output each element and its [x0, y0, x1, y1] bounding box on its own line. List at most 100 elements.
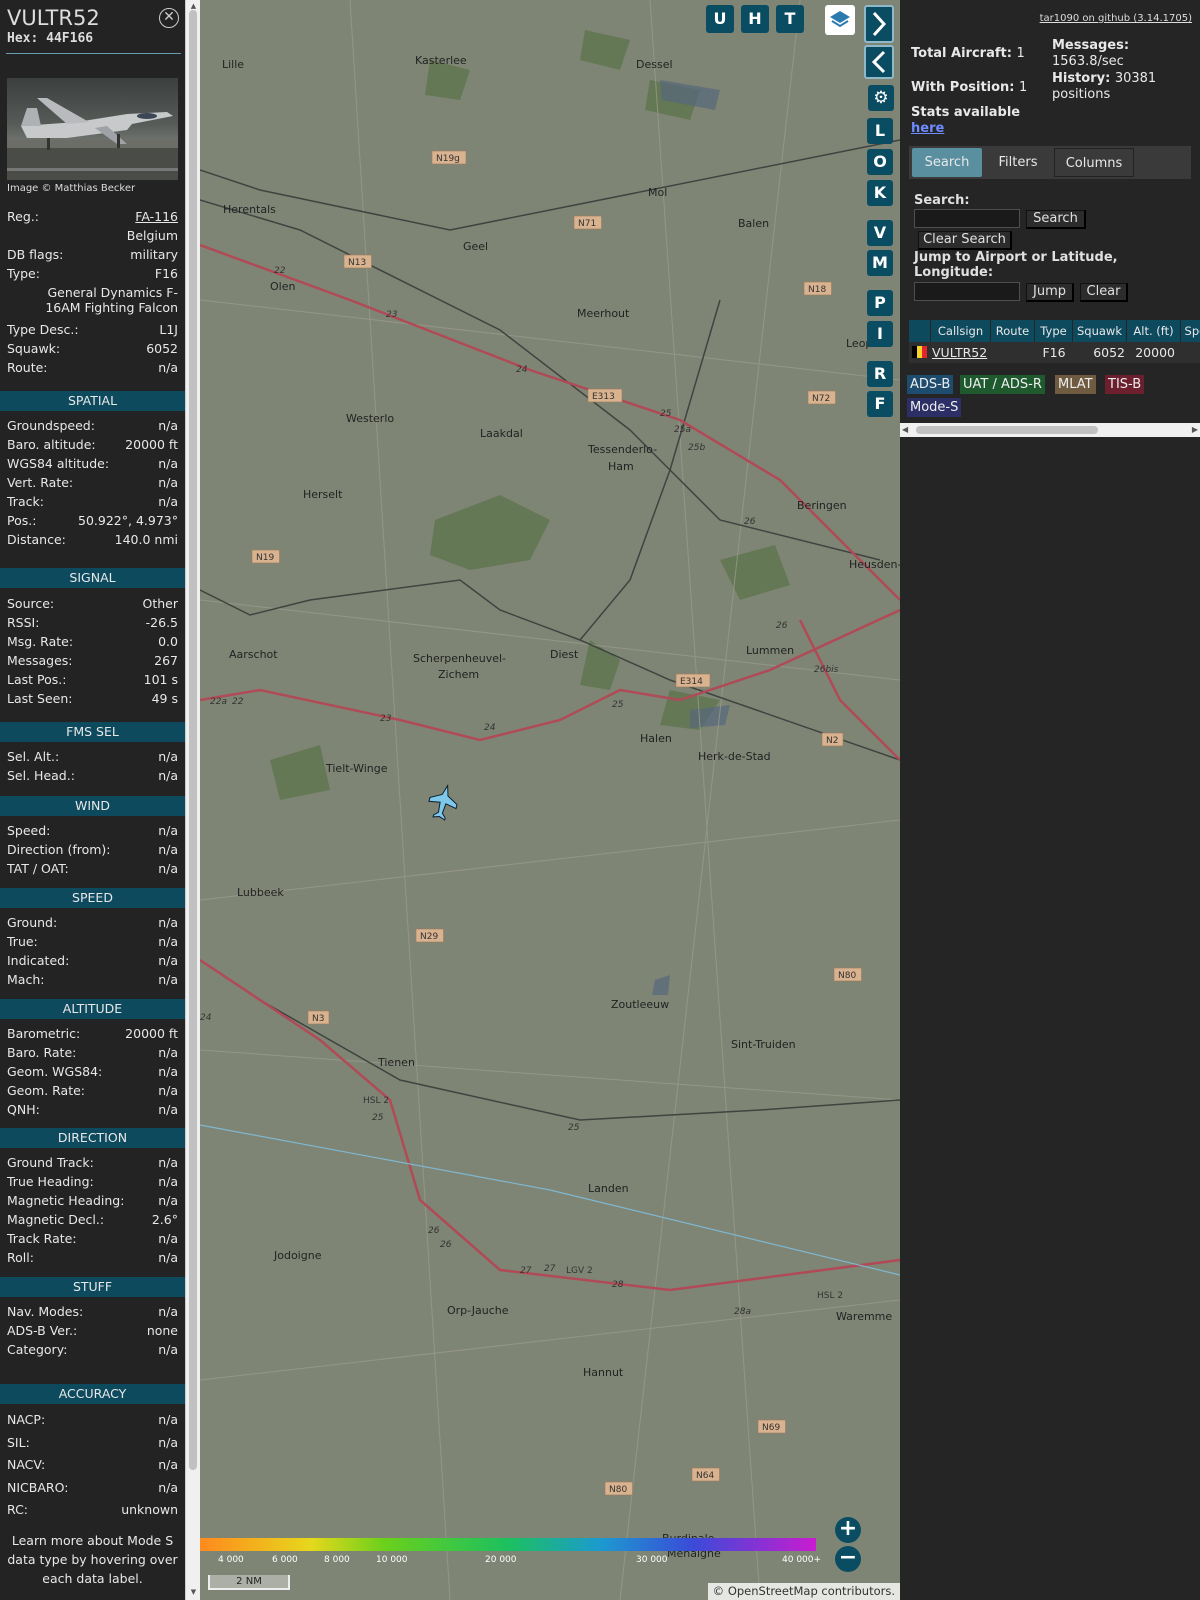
- map-button-p[interactable]: P: [867, 290, 893, 316]
- detail-label[interactable]: Source:: [7, 596, 54, 611]
- map-button-r[interactable]: R: [867, 361, 893, 387]
- scroll-thumb[interactable]: [916, 426, 1098, 434]
- detail-label[interactable]: Speed:: [7, 823, 50, 838]
- airplane-icon[interactable]: [425, 782, 461, 822]
- table-header-speed[interactable]: Spd: [1181, 320, 1200, 342]
- detail-label[interactable]: Groundspeed:: [7, 418, 95, 433]
- close-icon[interactable]: ✕: [159, 8, 179, 28]
- detail-label[interactable]: Pos.:: [7, 513, 36, 528]
- section-header-stuff[interactable]: STUFF: [0, 1277, 185, 1297]
- map-button-v[interactable]: V: [867, 220, 893, 246]
- tab-columns[interactable]: Columns: [1054, 148, 1134, 177]
- detail-label[interactable]: QNH:: [7, 1102, 40, 1117]
- detail-label[interactable]: NACP:: [7, 1412, 45, 1427]
- detail-label[interactable]: ADS-B Ver.:: [7, 1323, 77, 1338]
- table-header-route[interactable]: Route: [991, 320, 1035, 342]
- detail-label[interactable]: Sel. Head.:: [7, 768, 75, 783]
- zoom-out-button[interactable]: −: [835, 1546, 861, 1572]
- search-input[interactable]: [914, 209, 1020, 228]
- table-header-callsign[interactable]: Callsign: [931, 320, 991, 342]
- detail-label[interactable]: Mach:: [7, 972, 44, 987]
- table-header-squawk[interactable]: Squawk: [1073, 320, 1127, 342]
- github-link[interactable]: tar1090 on github (3.14.1705): [1040, 13, 1192, 24]
- detail-label[interactable]: Magnetic Heading:: [7, 1193, 124, 1208]
- scroll-down-icon[interactable]: ▼: [189, 1588, 198, 1596]
- left-panel-scrollbar[interactable]: ▲ ▼: [185, 0, 200, 1600]
- table-header-flag[interactable]: [909, 320, 931, 342]
- detail-label[interactable]: NACV:: [7, 1457, 45, 1472]
- detail-label[interactable]: SIL:: [7, 1435, 30, 1450]
- chevron-right-icon[interactable]: [864, 5, 894, 43]
- detail-label[interactable]: Messages:: [7, 653, 73, 668]
- detail-label[interactable]: Baro. Rate:: [7, 1045, 76, 1060]
- detail-label[interactable]: Geom. WGS84:: [7, 1064, 102, 1079]
- clear-jump-button[interactable]: Clear: [1080, 283, 1128, 302]
- detail-label[interactable]: Direction (from):: [7, 842, 111, 857]
- section-header-accuracy[interactable]: ACCURACY: [0, 1384, 185, 1404]
- tab-filters[interactable]: Filters: [987, 148, 1049, 177]
- map-button-f[interactable]: F: [867, 391, 893, 417]
- table-header-altitude[interactable]: Alt. (ft): [1127, 320, 1181, 342]
- map-button-o[interactable]: O: [867, 149, 893, 175]
- gear-icon[interactable]: ⚙: [868, 85, 894, 111]
- section-header-wind[interactable]: WIND: [0, 796, 185, 816]
- scroll-up-icon[interactable]: ▲: [189, 2, 198, 10]
- detail-label[interactable]: Baro. altitude:: [7, 437, 96, 452]
- osm-link[interactable]: OpenStreetMap: [728, 1584, 818, 1598]
- detail-label[interactable]: Roll:: [7, 1250, 34, 1265]
- detail-label[interactable]: Track Rate:: [7, 1231, 77, 1246]
- detail-label[interactable]: Category:: [7, 1342, 67, 1357]
- detail-label[interactable]: Magnetic Decl.:: [7, 1212, 104, 1227]
- map-button-h[interactable]: H: [741, 5, 769, 33]
- tab-search[interactable]: Search: [912, 148, 982, 177]
- detail-label[interactable]: Ground:: [7, 915, 57, 930]
- section-header-altitude[interactable]: ALTITUDE: [0, 999, 185, 1019]
- map-view[interactable]: Lille Kasterlee Dessel Herentals Geel Mol Bale…: [200, 0, 900, 1600]
- map-button-t[interactable]: T: [776, 5, 804, 33]
- detail-label[interactable]: Distance:: [7, 532, 66, 547]
- detail-label[interactable]: Nav. Modes:: [7, 1304, 83, 1319]
- map-canvas[interactable]: Lille Kasterlee Dessel Herentals Geel Mol Bale…: [200, 0, 900, 1600]
- detail-label[interactable]: True Heading:: [7, 1174, 94, 1189]
- detail-label[interactable]: Barometric:: [7, 1026, 80, 1041]
- chevron-left-icon[interactable]: [864, 45, 894, 79]
- detail-label[interactable]: RSSI:: [7, 615, 39, 630]
- row-callsign[interactable]: VULTR52: [931, 342, 991, 363]
- stats-link[interactable]: here: [911, 121, 944, 136]
- map-button-l[interactable]: L: [867, 118, 893, 144]
- map-button-m[interactable]: M: [867, 250, 893, 276]
- table-horizontal-scrollbar[interactable]: ◀ ▶: [900, 423, 1200, 437]
- detail-label[interactable]: WGS84 altitude:: [7, 456, 109, 471]
- search-button[interactable]: Search: [1026, 210, 1086, 229]
- layers-icon[interactable]: [825, 5, 855, 35]
- detail-label[interactable]: Last Seen:: [7, 691, 72, 706]
- detail-label[interactable]: Track:: [7, 494, 44, 509]
- detail-label[interactable]: Msg. Rate:: [7, 634, 73, 649]
- zoom-in-button[interactable]: +: [835, 1517, 861, 1543]
- scroll-right-icon[interactable]: ▶: [1192, 425, 1198, 434]
- aircraft-photo[interactable]: [7, 78, 178, 180]
- jump-button[interactable]: Jump: [1026, 283, 1074, 302]
- section-header-fms-sel[interactable]: FMS SEL: [0, 722, 185, 742]
- table-header-type[interactable]: Type: [1035, 320, 1073, 342]
- map-button-u[interactable]: U: [706, 5, 734, 33]
- clear-search-button[interactable]: Clear Search: [918, 231, 1012, 250]
- section-header-direction[interactable]: DIRECTION: [0, 1128, 185, 1148]
- detail-label[interactable]: TAT / OAT:: [7, 861, 69, 876]
- detail-label[interactable]: RC:: [7, 1502, 28, 1517]
- scroll-left-icon[interactable]: ◀: [902, 425, 908, 434]
- registration-link[interactable]: FA-116: [135, 209, 178, 224]
- jump-input[interactable]: [914, 282, 1020, 301]
- section-header-spatial[interactable]: SPATIAL: [0, 391, 185, 411]
- section-header-speed[interactable]: SPEED: [0, 888, 185, 908]
- map-button-k[interactable]: K: [867, 180, 893, 206]
- detail-label[interactable]: Indicated:: [7, 953, 69, 968]
- map-button-i[interactable]: I: [867, 321, 893, 347]
- detail-label[interactable]: NICBARO:: [7, 1480, 68, 1495]
- detail-label[interactable]: True:: [7, 934, 38, 949]
- detail-label[interactable]: Geom. Rate:: [7, 1083, 85, 1098]
- detail-label[interactable]: Last Pos.:: [7, 672, 66, 687]
- section-header-signal[interactable]: SIGNAL: [0, 568, 185, 588]
- detail-label[interactable]: Vert. Rate:: [7, 475, 73, 490]
- detail-label[interactable]: Sel. Alt.:: [7, 749, 59, 764]
